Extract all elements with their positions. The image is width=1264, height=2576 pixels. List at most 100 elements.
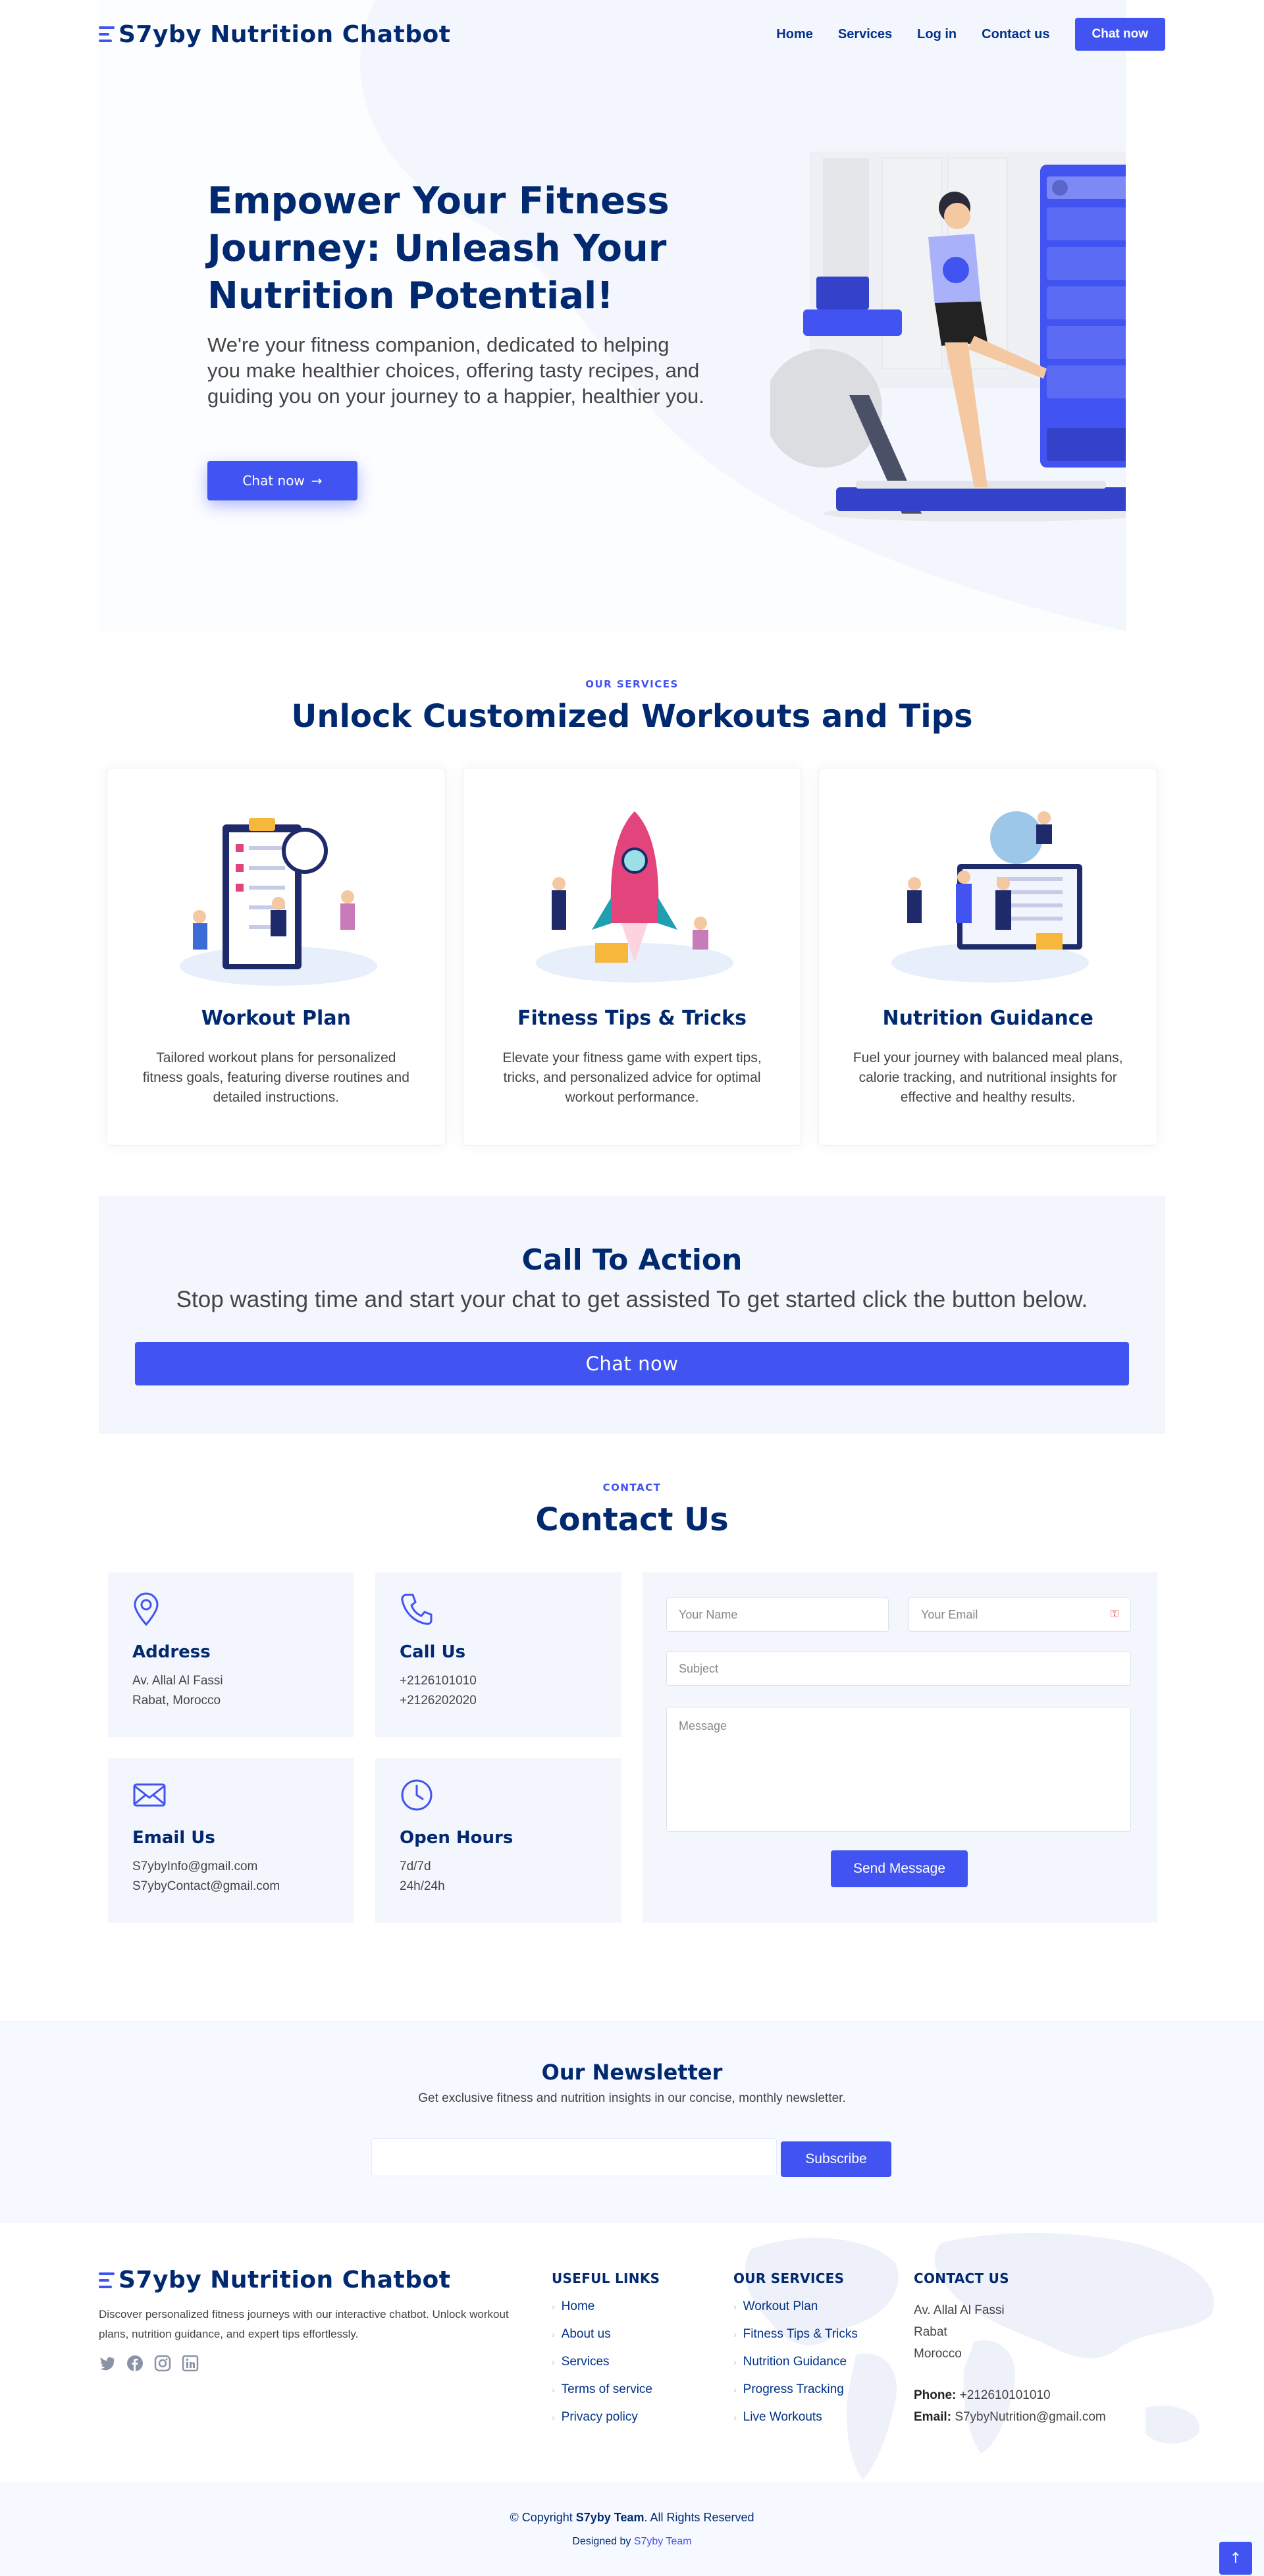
site-header: S7yby Nutrition Chatbot Home Services Lo…: [0, 0, 1264, 68]
chevron-right-icon: ›: [552, 2329, 555, 2340]
subject-field[interactable]: Subject: [666, 1651, 1131, 1686]
hero-subtitle: We're your fitness companion, dedicated …: [207, 333, 704, 408]
info-line: 7d/7d: [400, 1860, 431, 1873]
copyright-team: S7yby Team: [575, 2511, 645, 2524]
newsletter-email-input[interactable]: [371, 2138, 777, 2176]
footer-service-progress[interactable]: › Progress Tracking: [733, 2382, 858, 2410]
credit-prefix: Designed by: [572, 2536, 634, 2547]
services-header: OUR SERVICES Unlock Customized Workouts …: [0, 678, 1264, 735]
footer-link-label: Live Workouts: [743, 2410, 822, 2424]
footer-service-tips[interactable]: › Fitness Tips & Tricks: [733, 2327, 858, 2355]
footer-service-live[interactable]: › Live Workouts: [733, 2410, 858, 2438]
footer-link-label: Progress Tracking: [743, 2382, 844, 2396]
chevron-right-icon: ›: [552, 2412, 555, 2423]
password-manager-icon[interactable]: ⚿: [1111, 1609, 1119, 1621]
call-to-action-section: Call To Action Stop wasting time and sta…: [99, 1196, 1165, 1434]
footer-link-privacy[interactable]: › Privacy policy: [552, 2410, 660, 2438]
info-line: S7ybyInfo@gmail.com: [132, 1860, 258, 1873]
arrow-up-icon: ↑: [1229, 2550, 1242, 2567]
info-title: Call Us: [400, 1642, 466, 1662]
footer-address-line: Av. Allal Al Fassi: [914, 2303, 1005, 2317]
footer-contact: CONTACT US Av. Allal Al Fassi Rabat Moro…: [914, 2270, 1106, 2428]
service-card-desc: Tailored workout plans for personalized …: [142, 1050, 409, 1105]
arrow-right-icon: →: [311, 473, 323, 489]
facebook-icon[interactable]: [126, 2355, 144, 2372]
footer-service-workout[interactable]: › Workout Plan: [733, 2299, 858, 2327]
header-chat-button[interactable]: Chat now: [1074, 18, 1165, 51]
services-title: Unlock Customized Workouts and Tips: [291, 698, 973, 735]
info-line: +2126202020: [400, 1694, 477, 1707]
footer-service-nutrition[interactable]: › Nutrition Guidance: [733, 2355, 858, 2382]
footer-col-title: CONTACT US: [914, 2270, 1009, 2286]
message-field[interactable]: Message: [666, 1707, 1131, 1832]
footer-link-label: Services: [561, 2355, 610, 2369]
designer-credit: Designed by S7yby Team: [0, 2536, 1264, 2548]
footer-link-about[interactable]: › About us: [552, 2327, 660, 2355]
brand-logo[interactable]: S7yby Nutrition Chatbot: [99, 21, 450, 48]
footer-email-label: Email:: [914, 2410, 952, 2424]
service-card-title: Nutrition Guidance: [882, 1007, 1093, 1030]
copyright: © Copyright S7yby Team. All Rights Reser…: [0, 2511, 1264, 2525]
nav-login[interactable]: Log in: [917, 27, 957, 42]
footer-col-title: USEFUL LINKS: [552, 2270, 660, 2286]
services-label: OUR SERVICES: [585, 678, 679, 690]
footer-about: Discover personalized fitness journeys w…: [99, 2308, 509, 2340]
workout-plan-illustration: [180, 818, 377, 986]
send-message-button[interactable]: Send Message: [831, 1850, 968, 1887]
service-card-tips[interactable]: Fitness Tips & Tricks Elevate your fitne…: [462, 768, 802, 1146]
hero-chat-button-label: Chat now: [242, 473, 305, 489]
footer-link-label: Workout Plan: [743, 2299, 818, 2313]
footer-email-value: S7ybyNutrition@gmail.com: [955, 2410, 1106, 2424]
service-card-nutrition[interactable]: Nutrition Guidance Fuel your journey wit…: [818, 768, 1158, 1146]
cta-chat-button[interactable]: Chat now: [135, 1342, 1129, 1385]
footer-logo[interactable]: S7yby Nutrition Chatbot: [99, 2267, 450, 2294]
info-line: S7ybyContact@gmail.com: [132, 1879, 280, 1893]
nav-home[interactable]: Home: [776, 27, 813, 42]
chevron-right-icon: ›: [733, 2412, 737, 2423]
chevron-right-icon: ›: [552, 2301, 555, 2312]
info-title: Address: [132, 1642, 211, 1662]
contact-title: Contact Us: [535, 1501, 729, 1538]
service-card-title: Workout Plan: [201, 1007, 351, 1030]
footer-link-label: About us: [561, 2327, 611, 2341]
footer-link-home[interactable]: › Home: [552, 2299, 660, 2327]
footer-col-title: OUR SERVICES: [733, 2270, 845, 2286]
email-field-placeholder: Your Email: [921, 1607, 978, 1621]
envelope-icon: [133, 1783, 166, 1807]
logo-mark-icon: [99, 2271, 115, 2290]
instagram-icon[interactable]: [154, 2355, 171, 2372]
nutrition-guidance-illustration: [891, 811, 1090, 982]
footer-link-label: Privacy policy: [561, 2410, 638, 2424]
clock-icon: [401, 1779, 433, 1811]
footer-phone-label: Phone:: [914, 2388, 957, 2402]
subscribe-button[interactable]: Subscribe: [781, 2141, 891, 2177]
treadmill-phone-illustration: [770, 151, 1126, 522]
contact-form: Your Name Your Email ⚿ Subject Message S…: [643, 1572, 1157, 1923]
newsletter-title: Our Newsletter: [541, 2060, 723, 2085]
footer-link-services[interactable]: › Services: [552, 2355, 660, 2382]
nav-contact[interactable]: Contact us: [982, 27, 1049, 42]
name-field[interactable]: Your Name: [666, 1597, 889, 1632]
hero-chat-button[interactable]: Chat now →: [207, 461, 357, 500]
service-card-workout[interactable]: Workout Plan Tailored workout plans for …: [107, 768, 446, 1146]
footer-brand-name: S7yby Nutrition Chatbot: [118, 2267, 451, 2294]
service-card-title: Fitness Tips & Tricks: [517, 1007, 747, 1030]
twitter-icon[interactable]: [99, 2355, 116, 2372]
service-card-desc: Elevate your fitness game with expert ti…: [502, 1050, 762, 1105]
chevron-right-icon: ›: [552, 2357, 555, 2367]
info-title: Open Hours: [400, 1828, 514, 1848]
phone-icon: [401, 1594, 433, 1625]
footer-link-terms[interactable]: › Terms of service: [552, 2382, 660, 2410]
email-field[interactable]: Your Email ⚿: [908, 1597, 1131, 1632]
brand-name: S7yby Nutrition Chatbot: [118, 20, 451, 48]
back-to-top-button[interactable]: ↑: [1219, 2542, 1252, 2575]
footer-useful-links: USEFUL LINKS › Home › About us › Services ›…: [552, 2270, 660, 2438]
credit-link[interactable]: S7yby Team: [634, 2536, 692, 2547]
footer: S7yby Nutrition Chatbot Discover persona…: [0, 2223, 1264, 2482]
chevron-right-icon: ›: [733, 2329, 737, 2340]
chevron-right-icon: ›: [733, 2301, 737, 2312]
nav-services[interactable]: Services: [838, 27, 892, 42]
linkedin-icon[interactable]: [182, 2355, 199, 2372]
footer-address-line: Morocco: [914, 2347, 962, 2361]
footer-link-label: Nutrition Guidance: [743, 2355, 847, 2369]
